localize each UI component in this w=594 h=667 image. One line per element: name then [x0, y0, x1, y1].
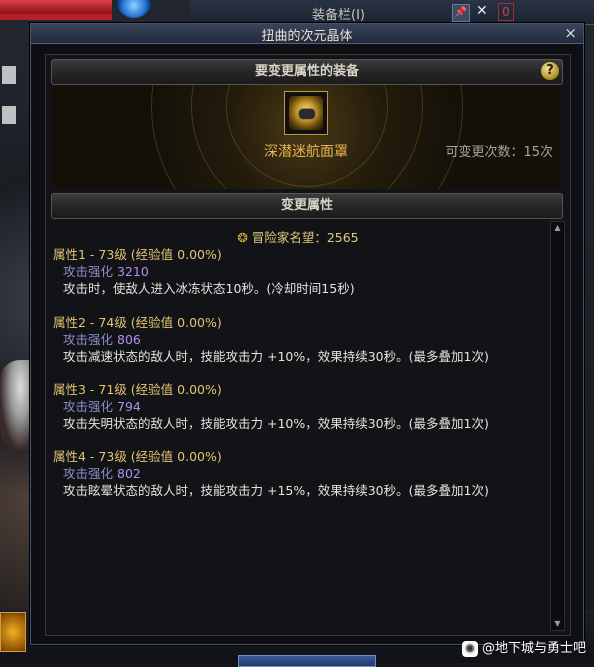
attribute-stat: 攻击强化 794 [53, 398, 533, 415]
stat-label: 攻击强化 [63, 399, 114, 414]
stat-value: 794 [117, 399, 141, 414]
attribute-stat: 攻击强化 3210 [53, 263, 533, 280]
skill-slot-icon[interactable] [0, 612, 26, 652]
stat-label: 攻击强化 [63, 332, 114, 347]
fame-row: ❂ 冒险家名望：2565 [51, 227, 545, 246]
twisted-dimension-crystal-window: 扭曲的次元晶体 × 要变更属性的装备 ? 深潜迷航面罩 可变更次数：15次 变更… [30, 23, 584, 645]
equip-slot[interactable] [284, 91, 328, 135]
attribute-desc: 攻击失明状态的敌人时，技能攻击力 +10%，效果持续30秒。(最多叠加1次) [63, 416, 489, 431]
attribute-desc: 攻击眩晕状态的敌人时，技能攻击力 +15%，效果持续30秒。(最多叠加1次) [63, 483, 489, 498]
side-slot [2, 66, 16, 84]
character-sprite [0, 360, 34, 450]
attribute-item: 属性3 - 71级 (经验值 0.00%) 攻击强化 794 攻击失明状态的敌人时… [53, 381, 533, 432]
side-slot [2, 106, 16, 124]
inventory-window-title: 装备栏(I) [312, 8, 365, 23]
attribute-list: ❂ 冒险家名望：2565 属性1 - 73级 (经验值 0.00%) 攻击强化 32… [51, 221, 545, 629]
pin-icon[interactable]: 📌 [452, 4, 470, 22]
bottom-hud-button[interactable] [238, 655, 376, 667]
change-count: 可变更次数：15次 [445, 145, 553, 160]
window-content: 要变更属性的装备 ? 深潜迷航面罩 可变更次数：15次 变更属性 ❂ 冒险家名望：… [45, 54, 571, 636]
attribute-stat: 攻击强化 806 [53, 331, 533, 348]
attribute-item: 属性4 - 73级 (经验值 0.00%) 攻击强化 802 攻击眩晕状态的敌人时… [53, 448, 533, 499]
stat-label: 攻击强化 [63, 264, 114, 279]
window-titlebar[interactable]: 扭曲的次元晶体 × [31, 24, 583, 44]
diving-mask-icon [289, 96, 323, 130]
scroll-up-icon[interactable]: ▲ [551, 222, 564, 234]
attribute-title: 属性4 - 73级 (经验值 0.00%) [53, 449, 222, 464]
attr-section-title: 变更属性 [280, 198, 333, 213]
close-icon[interactable]: × [564, 24, 577, 42]
stat-value: 3210 [117, 264, 149, 279]
hp-bar-lower [0, 14, 112, 20]
attribute-desc: 攻击减速状态的敌人时，技能攻击力 +10%，效果持续30秒。(最多叠加1次) [63, 349, 489, 364]
attribute-desc: 攻击时，使敌人进入冰冻状态10秒。(冷却时间15秒) [63, 281, 355, 296]
equip-panel: 深潜迷航面罩 可变更次数：15次 [51, 85, 561, 189]
attr-section-header: 变更属性 [51, 193, 563, 219]
inventory-window-bar [190, 0, 594, 25]
watermark: ◉ @地下城与勇士吧 [461, 637, 586, 657]
scrollbar[interactable]: ▲ ▼ [550, 221, 565, 631]
stat-value: 806 [117, 332, 141, 347]
watermark-text: @地下城与勇士吧 [481, 641, 586, 656]
attribute-title: 属性2 - 74级 (经验值 0.00%) [53, 315, 222, 330]
fame-text: 冒险家名望：2565 [251, 230, 359, 245]
equip-section-title: 要变更属性的装备 [254, 64, 359, 79]
equip-section-header: 要变更属性的装备 ? [51, 59, 563, 85]
stat-value: 802 [117, 466, 141, 481]
attribute-title: 属性3 - 71级 (经验值 0.00%) [53, 382, 222, 397]
attribute-item: 属性1 - 73级 (经验值 0.00%) 攻击强化 3210 攻击时，使敌人进入… [53, 246, 533, 297]
inventory-count-badge: 0 [498, 3, 514, 21]
attribute-item: 属性2 - 74级 (经验值 0.00%) 攻击强化 806 攻击减速状态的敌人时… [53, 314, 533, 365]
attribute-stat: 攻击强化 802 [53, 465, 533, 482]
window-title: 扭曲的次元晶体 [261, 29, 353, 44]
scroll-down-icon[interactable]: ▼ [551, 618, 564, 630]
inventory-close-icon[interactable]: ✕ [476, 3, 488, 19]
attribute-title: 属性1 - 73级 (经验值 0.00%) [53, 247, 222, 262]
stat-label: 攻击强化 [63, 466, 114, 481]
weibo-logo-icon: ◉ [461, 640, 478, 657]
help-icon[interactable]: ? [541, 62, 559, 80]
fame-icon: ❂ [237, 230, 248, 245]
